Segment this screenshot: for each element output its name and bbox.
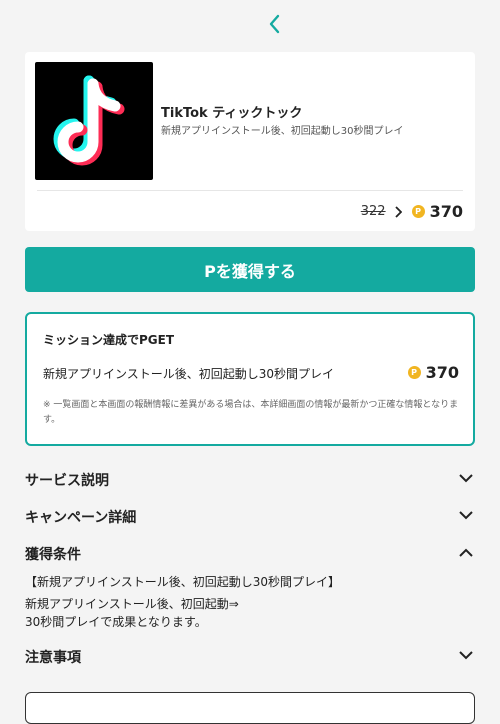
accordion-notes-title: 注意事項 (25, 650, 81, 666)
old-price: 322 (360, 204, 386, 219)
chevron-down-icon (459, 651, 473, 660)
app-name: TikTok ティックトック (161, 106, 303, 121)
accordion-conditions[interactable]: 獲得条件 (25, 542, 475, 564)
mission-reward: P 370 (407, 363, 459, 382)
point-coin-icon: P (411, 205, 425, 218)
card-divider (37, 190, 463, 191)
top-bar (0, 0, 500, 48)
conditions-line-1: 新規アプリインストール後、初回起動⇒ (25, 597, 239, 611)
accordion-campaign-title: キャンペーン詳細 (25, 510, 137, 526)
mission-title: ミッション達成でPGET (43, 333, 175, 347)
chevron-right-icon (394, 205, 402, 218)
chevron-up-icon (459, 548, 473, 557)
mission-note: ※ 一覧画面と本画面の報酬情報に差異がある場合は、本詳細画面の情報が最新かつ正確… (43, 400, 459, 425)
back-chevron-icon[interactable] (265, 12, 285, 36)
mission-box: ミッション達成でPGET 新規アプリインストール後、初回起動し30秒間プレイ P… (25, 312, 475, 446)
accordion-conditions-title: 獲得条件 (25, 547, 81, 563)
chevron-down-icon (459, 511, 473, 520)
bottom-panel (25, 692, 475, 724)
point-coin-icon: P (407, 366, 421, 379)
app-description: 新規アプリインストール後、初回起動し30秒間プレイ (161, 126, 404, 137)
mission-reward-value: 370 (425, 363, 459, 382)
get-points-button[interactable]: Pを獲得する (25, 247, 475, 292)
conditions-heading: 【新規アプリインストール後、初回起動し30秒間プレイ】 (25, 575, 341, 589)
accordion-service-title: サービス説明 (25, 473, 109, 489)
accordion-notes[interactable]: 注意事項 (25, 645, 475, 667)
app-card: TikTok ティックトック 新規アプリインストール後、初回起動し30秒間プレイ… (25, 52, 475, 231)
mission-task: 新規アプリインストール後、初回起動し30秒間プレイ (43, 367, 335, 381)
conditions-body: 新規アプリインストール後、初回起動⇒ 30秒間プレイで成果となります。 (25, 595, 239, 631)
conditions-line-2: 30秒間プレイで成果となります。 (25, 615, 207, 629)
new-price: 370 (429, 202, 463, 221)
chevron-down-icon (459, 474, 473, 483)
accordion-campaign[interactable]: キャンペーン詳細 (25, 505, 475, 527)
accordion-service[interactable]: サービス説明 (25, 468, 475, 490)
price-row: 322 P 370 (361, 202, 463, 221)
tiktok-logo-icon (35, 62, 153, 180)
